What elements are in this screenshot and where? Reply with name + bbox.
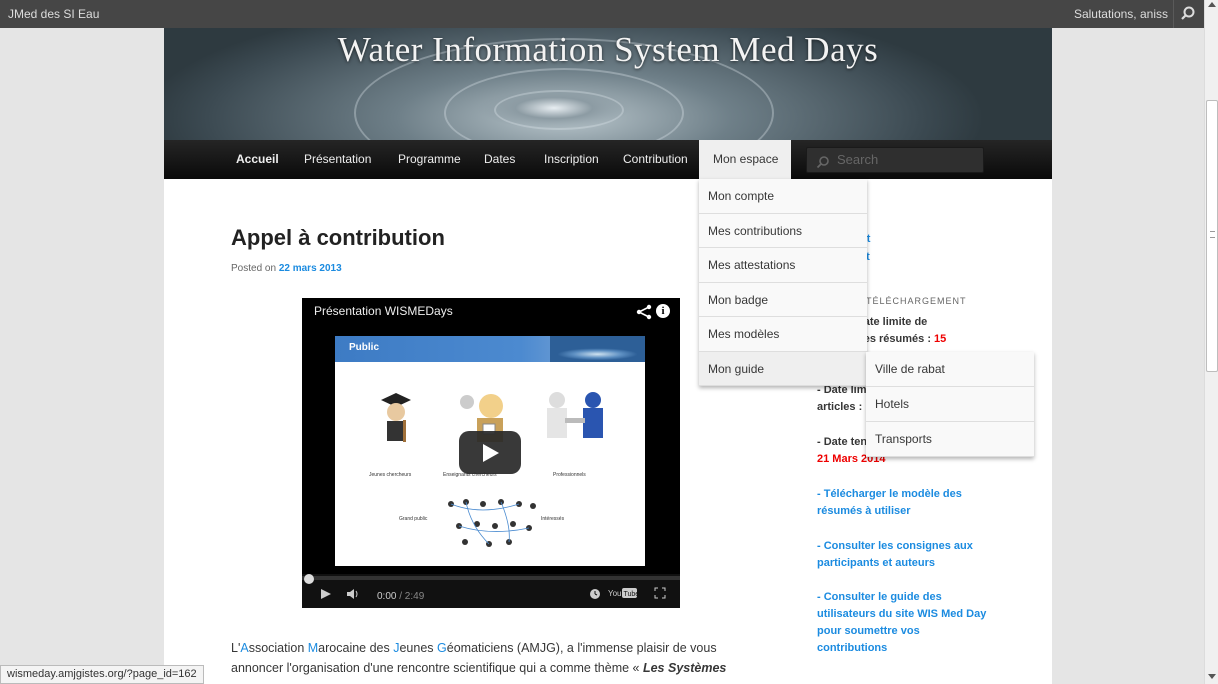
time-current: 0:00 [377, 591, 397, 602]
play-icon[interactable] [320, 588, 332, 603]
play-icon [483, 444, 499, 462]
scroll-up-arrow-icon[interactable] [1208, 2, 1216, 7]
menu-item-mon-compte[interactable]: Mon compte [699, 179, 867, 214]
nav-item-contribution[interactable]: Contribution [623, 140, 688, 179]
download-template-link[interactable]: - Télécharger le modèle des [817, 488, 962, 500]
progress-bar[interactable] [302, 574, 680, 584]
menu-item-mes-modeles[interactable]: Mes modèles [699, 317, 867, 352]
site-title[interactable]: Water Information System Med Days [164, 30, 1052, 70]
water-image [550, 336, 645, 362]
acronym-letter: G [437, 641, 447, 655]
slide-header-label: Public [349, 342, 380, 353]
scrollbar-thumb[interactable] [1206, 100, 1218, 372]
text-part: éomaticiens (AMJG), a l'immense plaisir … [446, 641, 717, 655]
search-icon [816, 153, 830, 169]
grip-icon [1210, 231, 1215, 238]
post-date-link[interactable]: 22 mars 2013 [279, 263, 342, 274]
slide-header: Public [335, 336, 645, 362]
time-display: 0:00 / 2:49 [377, 591, 424, 602]
status-bar-url: wismeday.amjgistes.org/?page_id=162 [0, 665, 204, 684]
paragraph-line: L'Association Marocaine des Jeunes Géoma… [231, 638, 761, 658]
handshake-figure [541, 390, 611, 447]
youtube-logo[interactable]: You Tube [608, 586, 639, 603]
video-controls: 0:00 / 2:49 You Tube [302, 574, 680, 608]
search-input[interactable]: Search [806, 147, 984, 173]
guidelines-link[interactable]: participants et auteurs [817, 557, 935, 569]
share-icon[interactable] [636, 304, 652, 320]
user-guide-link[interactable]: contributions [817, 642, 887, 654]
submenu-item-hotels[interactable]: Hotels [866, 387, 1034, 422]
video-player[interactable]: Présentation WISMEDays i Public Jeunes c… [302, 298, 680, 608]
text-part: eunes [399, 641, 438, 655]
menu-item-mon-badge[interactable]: Mon badge [699, 283, 867, 317]
caption-interesses: Intéressés [541, 516, 565, 522]
nav-item-programme[interactable]: Programme [398, 140, 461, 179]
info-icon[interactable]: i [656, 304, 670, 318]
acronym-letter: M [307, 641, 319, 655]
crowd-figure [441, 496, 541, 555]
deadline-text: date limite de [857, 316, 928, 328]
watch-later-icon[interactable] [589, 588, 601, 603]
divider [1173, 0, 1174, 28]
text-part: annoncer l'organisation d'une rencontre … [231, 661, 643, 675]
fullscreen-icon[interactable] [654, 587, 666, 602]
nav-item-inscription[interactable]: Inscription [544, 140, 599, 179]
deadline-text: - Date ten [817, 436, 868, 448]
menu-item-mon-guide[interactable]: Mon guide [699, 351, 867, 386]
mon-guide-submenu: Ville de rabat Hotels Transports [866, 352, 1034, 457]
text-part: ssociation [248, 641, 308, 655]
post-meta: Posted on 22 mars 2013 [231, 263, 342, 274]
deadline-date: 15 [934, 333, 947, 345]
user-guide-link[interactable]: - Consulter le guide des [817, 591, 942, 603]
svg-text:You: You [608, 589, 622, 598]
deadline-label: des résumés : [857, 333, 935, 345]
nav-item-presentation[interactable]: Présentation [304, 140, 371, 179]
scroll-down-arrow-icon[interactable] [1208, 674, 1216, 679]
nav-item-mon-espace[interactable]: Mon espace [699, 140, 791, 179]
volume-icon[interactable] [346, 588, 360, 603]
posted-prefix: Posted on [231, 263, 277, 274]
post-title: Appel à contribution [231, 225, 445, 250]
deadline-text: articles : [817, 401, 863, 413]
mon-espace-dropdown: Mon compte Mes contributions Mes attesta… [699, 179, 867, 386]
submenu-item-transports[interactable]: Transports [866, 422, 1034, 457]
play-button[interactable] [459, 431, 521, 474]
intro-paragraph: L'Association Marocaine des Jeunes Géoma… [231, 638, 761, 678]
graduate-figure [379, 390, 413, 449]
user-guide-link[interactable]: pour soumettre vos [817, 625, 920, 637]
svg-text:Tube: Tube [624, 591, 639, 598]
submenu-item-ville-de-rabat[interactable]: Ville de rabat [866, 352, 1034, 387]
progress-knob[interactable] [304, 574, 314, 584]
paragraph-line: annoncer l'organisation d'une rencontre … [231, 658, 761, 678]
sidebar-heading: TÉLÉCHARGEMENT [866, 296, 967, 306]
main-nav: Accueil Présentation Programme Dates Ins… [164, 140, 1052, 179]
user-greeting[interactable]: Salutations, aniss [1074, 7, 1168, 21]
vertical-scrollbar[interactable] [1204, 0, 1218, 684]
user-guide-link[interactable]: utilisateurs du site WIS Med Day [817, 608, 986, 620]
text-part: L' [231, 641, 241, 655]
menu-item-mes-contributions[interactable]: Mes contributions [699, 214, 867, 248]
acronym-letter: A [240, 641, 249, 655]
deadline-text: des résumés : 15 [857, 333, 946, 345]
theme-title: Les Systèmes [642, 661, 727, 675]
nav-item-accueil[interactable]: Accueil [236, 140, 279, 179]
search-placeholder: Search [837, 152, 879, 167]
download-template-link[interactable]: résumés à utiliser [817, 505, 911, 517]
search-icon[interactable] [1178, 4, 1198, 24]
header-banner: Water Information System Med Days [164, 28, 1052, 140]
caption-professionnels: Professionnels [553, 472, 586, 478]
caption-grand-public: Grand public [399, 516, 428, 522]
time-total: / 2:49 [399, 591, 425, 602]
admin-bar: JMed des SI Eau Salutations, aniss [0, 0, 1204, 28]
site-name-link[interactable]: JMed des SI Eau [8, 7, 99, 21]
nav-item-dates[interactable]: Dates [484, 140, 515, 179]
menu-item-mes-attestations[interactable]: Mes attestations [699, 248, 867, 283]
video-title[interactable]: Présentation WISMEDays [314, 304, 453, 318]
caption-jeunes: Jeunes chercheurs [369, 472, 412, 478]
guidelines-link[interactable]: - Consulter les consignes aux [817, 540, 973, 552]
text-part: arocaine des [318, 641, 394, 655]
ripple-ring [494, 90, 624, 130]
